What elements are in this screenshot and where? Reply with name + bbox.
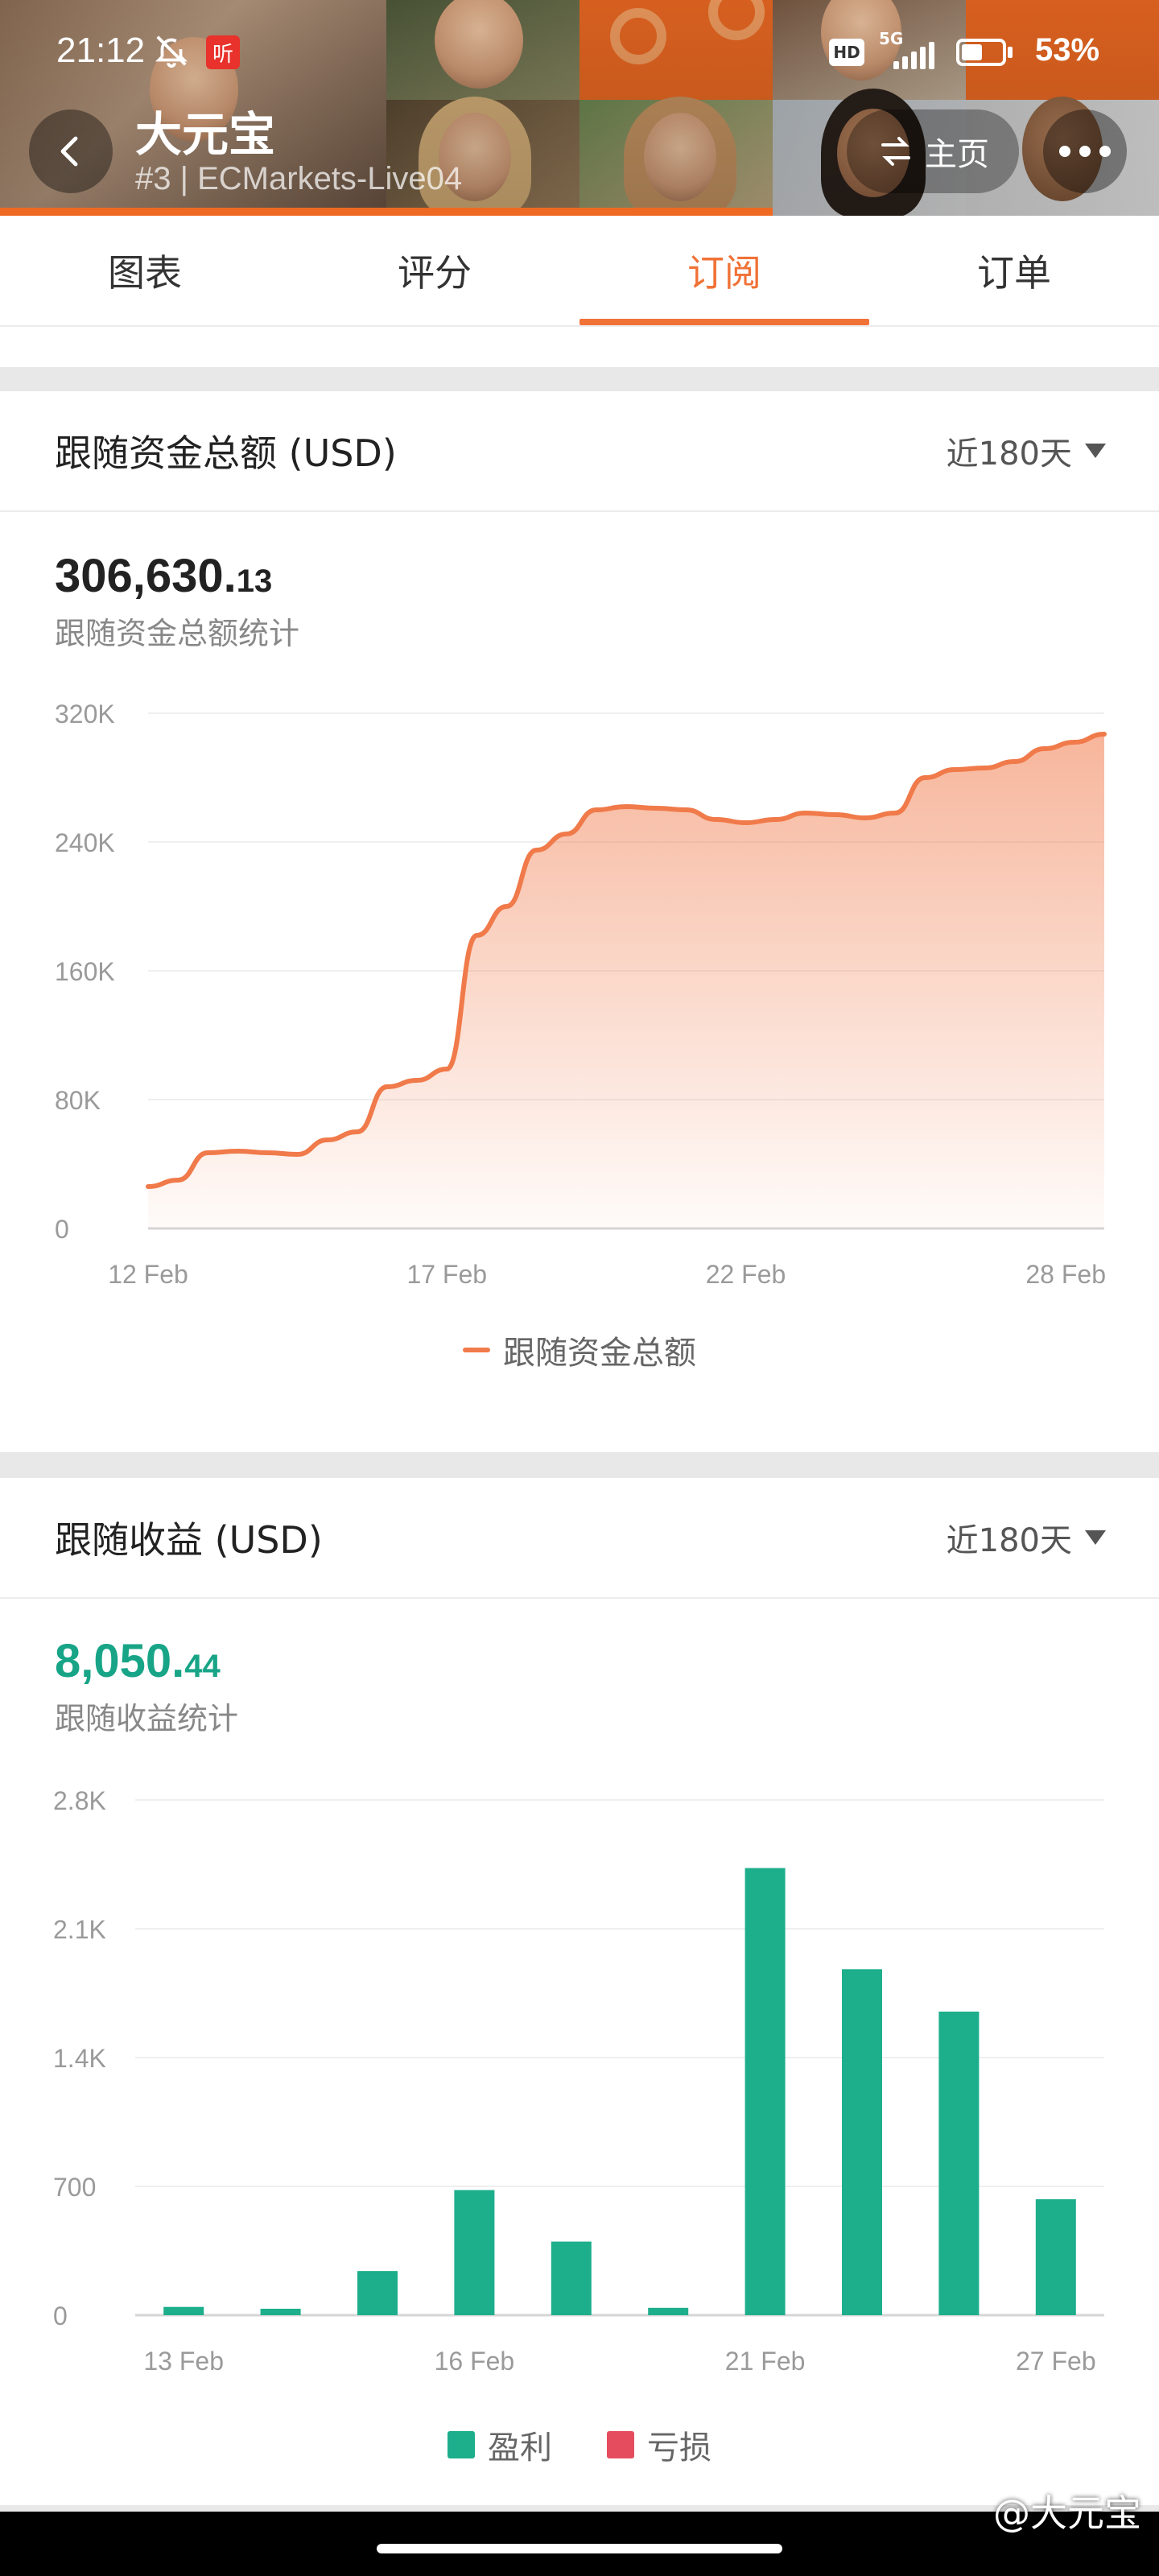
bell-muted-icon (153, 32, 190, 77)
listen-badge: 听 (206, 35, 240, 69)
stat-label: 跟随资金总额统计 (55, 616, 300, 651)
total-profit-int: 8,050. (55, 1635, 185, 1687)
period-label: 近180天 (946, 436, 1072, 473)
total-funds-dec: 13 (236, 564, 273, 599)
total-profit-value: 8,050.44 (55, 1634, 221, 1688)
status-time: 21:12 (56, 31, 146, 70)
page-title: 大元宝 (135, 107, 276, 162)
total-funds-value: 306,630.13 (55, 549, 272, 603)
home-gesture-handle[interactable] (377, 2544, 782, 2553)
x-tick-label: 27 Feb (1016, 2347, 1096, 2376)
y-tick-label: 0 (53, 2301, 68, 2330)
caret-down-icon (1085, 1530, 1106, 1545)
tab-rating[interactable]: 评分 (290, 216, 580, 325)
period-label: 近180天 (946, 1522, 1072, 1559)
section-divider (0, 2505, 1159, 2512)
y-tick-label: 160K (55, 957, 115, 986)
profit-bar-chart: 0 700 1.4K 2.1K 2.8K 13 Feb 16 Feb 21 Feb 27 Feb (53, 1786, 1104, 2376)
stat-label: 跟随收益统计 (55, 1701, 239, 1736)
x-tick-label: 17 Feb (406, 1260, 487, 1289)
system-navigation-bar (0, 2512, 1159, 2576)
back-button[interactable] (29, 109, 113, 193)
card-header: 跟随资金总额 (USD) 近180天 (0, 391, 1159, 512)
card-title: 跟随资金总额 (USD) (55, 431, 397, 475)
profile-header: 21:12 听 HD 5G 53% 大元宝 #3 | ECMarkets-Liv… (0, 0, 1159, 216)
profit-bar (744, 1868, 786, 2315)
profit-bar (938, 2011, 980, 2315)
profit-bar (260, 2309, 301, 2315)
header-accent-strip (0, 208, 773, 216)
legend-label: 盈利 (488, 2429, 552, 2467)
y-tick-label: 2.1K (53, 1915, 106, 1944)
battery-icon (956, 39, 1006, 66)
follow-profit-card: 跟随收益 (USD) 近180天 8,050.44 跟随收益统计 0 700 1.4… (0, 1478, 1159, 2512)
legend-label: 跟随资金总额 (503, 1335, 696, 1372)
hd-icon: HD (829, 39, 864, 66)
more-button[interactable] (1043, 109, 1127, 193)
follow-funds-card: 跟随资金总额 (USD) 近180天 306,630.13 跟随资金总额统计 0… (0, 391, 1159, 1452)
profit-bar (551, 2241, 592, 2315)
chevron-left-icon (60, 136, 78, 167)
tab-bar: 图表 评分 订阅 订单 (0, 216, 1159, 327)
y-tick-label: 700 (53, 2173, 96, 2202)
legend-line-swatch (463, 1348, 490, 1352)
battery-percent: 53% (1035, 32, 1100, 68)
legend-profit-swatch (448, 2431, 475, 2458)
profit-bar (357, 2271, 398, 2315)
battery-level (962, 44, 982, 60)
card-header: 跟随收益 (USD) 近180天 (0, 1478, 1159, 1599)
caret-down-icon (1085, 444, 1106, 458)
chart-legend: 跟随资金总额 (0, 1327, 1159, 1373)
total-profit-dec: 44 (184, 1649, 221, 1684)
legend-loss-swatch (607, 2431, 634, 2458)
x-tick-label: 12 Feb (108, 1260, 188, 1289)
x-tick-label: 16 Feb (435, 2347, 515, 2376)
y-tick-label: 320K (55, 700, 115, 729)
y-tick-label: 240K (55, 828, 115, 857)
spacer (0, 327, 1159, 367)
y-tick-label: 80K (55, 1086, 101, 1115)
profit-bar (163, 2306, 204, 2315)
switch-icon (881, 137, 910, 166)
period-dropdown[interactable]: 近180天 (947, 1514, 1106, 1561)
funds-area-chart: 0 80K 160K 240K 320K 12 Feb 17 Feb 22 Feb 28 Feb (55, 700, 1107, 1289)
tab-chart[interactable]: 图表 (0, 216, 290, 325)
card-title: 跟随收益 (USD) (55, 1518, 323, 1562)
legend-label: 亏损 (647, 2429, 711, 2467)
home-button[interactable]: 主页 (847, 109, 1019, 193)
watermark: @大元宝 (993, 2491, 1141, 2535)
x-tick-label: 13 Feb (143, 2347, 224, 2376)
y-tick-label: 2.8K (53, 1786, 106, 1815)
legend-item-profit[interactable]: 盈利 (448, 2421, 552, 2468)
legend-item-funds[interactable]: 跟随资金总额 (463, 1327, 696, 1373)
x-tick-label: 21 Feb (725, 2347, 806, 2376)
battery-tip (1008, 47, 1013, 58)
profit-bar (454, 2190, 495, 2315)
tab-subscription[interactable]: 订阅 (580, 216, 869, 325)
x-tick-label: 22 Feb (706, 1260, 786, 1289)
home-button-label: 主页 (925, 136, 989, 173)
signal-icon (893, 42, 934, 69)
chart-legend: 盈利 亏损 (0, 2421, 1159, 2468)
x-tick-label: 28 Feb (1025, 1260, 1106, 1289)
profit-bar (648, 2307, 689, 2315)
y-tick-label: 1.4K (53, 2044, 106, 2073)
section-divider (0, 1452, 1159, 1478)
tab-orders[interactable]: 订单 (869, 216, 1159, 325)
profit-bar (1035, 2199, 1076, 2315)
legend-item-loss[interactable]: 亏损 (607, 2421, 711, 2468)
account-subtitle: #3 | ECMarkets-Live04 (135, 161, 463, 196)
total-funds-int: 306,630. (55, 550, 237, 602)
profit-bar (842, 1969, 882, 2315)
y-tick-label: 0 (55, 1215, 69, 1244)
more-dots-icon (1059, 146, 1111, 157)
period-dropdown[interactable]: 近180天 (947, 427, 1106, 474)
section-divider (0, 367, 1159, 391)
